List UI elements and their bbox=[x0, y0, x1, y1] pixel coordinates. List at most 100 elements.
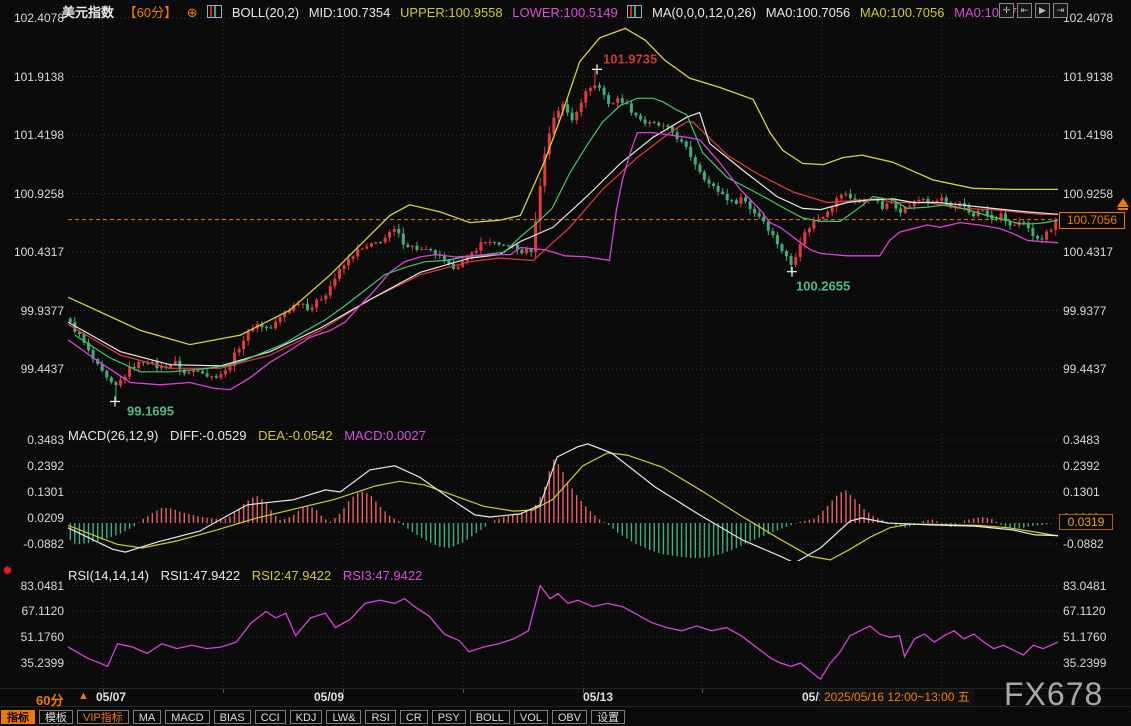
toolbar-button-指标[interactable]: 指标 bbox=[1, 710, 35, 724]
toolbar-button-OBV[interactable]: OBV bbox=[552, 710, 587, 724]
axis-value-label: 101.9138 bbox=[1063, 70, 1113, 84]
axis-tick bbox=[463, 689, 464, 693]
toolbar-button-CCI[interactable]: CCI bbox=[255, 710, 286, 724]
rsi3-value: RSI3:47.9422 bbox=[343, 568, 423, 583]
chart-header: 美元指数 【60分】 ⊕ BOLL(20,2) MID:100.7354 UPP… bbox=[62, 2, 1030, 21]
add-indicator-icon[interactable]: ⊕ bbox=[187, 5, 198, 20]
axis-value-label: 67.1120 bbox=[1063, 604, 1106, 618]
restore-icon[interactable]: ⇥ bbox=[1053, 3, 1068, 18]
ma-indicator-icon[interactable] bbox=[627, 5, 642, 18]
macd-histogram bbox=[70, 460, 1051, 558]
boll-lower-value: LOWER:100.5149 bbox=[512, 5, 618, 20]
toolbar-button-MA[interactable]: MA bbox=[133, 710, 162, 724]
axis-tick bbox=[223, 689, 224, 693]
toolbar-button-VOL[interactable]: VOL bbox=[514, 710, 548, 724]
macd-dea-value: DEA:-0.0542 bbox=[258, 428, 332, 443]
current-price-tag: 100.7056 bbox=[1059, 212, 1125, 229]
axis-value-label: 51.1760 bbox=[21, 630, 64, 644]
axis-value-label: -0.0882 bbox=[1063, 537, 1104, 551]
symbol-title: 美元指数 bbox=[62, 5, 114, 20]
pan-left-icon[interactable]: ⇤ bbox=[1017, 3, 1032, 18]
axis-value-label: 0.1301 bbox=[27, 485, 64, 499]
axis-value-label: 101.4198 bbox=[1063, 128, 1113, 142]
alert-sun-icon: ✹ bbox=[2, 563, 13, 579]
axis-value-label: 0.3483 bbox=[1063, 433, 1100, 447]
date-label: 05/09 bbox=[314, 690, 344, 704]
macd-chart[interactable] bbox=[68, 434, 1058, 561]
candles[interactable] bbox=[69, 69, 1057, 401]
svg-text:101.9735: 101.9735 bbox=[603, 51, 657, 66]
axis-value-label: 83.0481 bbox=[1063, 579, 1106, 593]
toolbar-button-MACD[interactable]: MACD bbox=[165, 710, 209, 724]
axis-value-label: 0.1301 bbox=[1063, 485, 1100, 499]
axis-value-label: 99.4437 bbox=[1063, 362, 1106, 376]
rsi-chart[interactable] bbox=[68, 570, 1058, 687]
axis-value-label: 51.1760 bbox=[1063, 630, 1106, 644]
gridlines bbox=[68, 10, 1058, 423]
toolbar-button-模板[interactable]: 模板 bbox=[39, 710, 73, 724]
rsi-label: RSI(14,14,14) bbox=[68, 568, 149, 583]
window-controls: ✛ ⇤ ▶ ⇥ bbox=[999, 3, 1068, 18]
axis-value-label: 100.4317 bbox=[1063, 245, 1113, 259]
axis-value-label: 101.4198 bbox=[14, 128, 64, 142]
move-icon[interactable]: ✛ bbox=[999, 3, 1014, 18]
axis-value-label: 0.3483 bbox=[27, 433, 64, 447]
ma-label: MA(0,0,0,12,0,26) bbox=[652, 5, 756, 20]
macd-diff-value: DIFF:-0.0529 bbox=[170, 428, 247, 443]
axis-value-label: 99.9377 bbox=[21, 304, 64, 318]
axis-value-label: 101.9138 bbox=[14, 70, 64, 84]
toolbar-button-设置[interactable]: 设置 bbox=[591, 710, 625, 724]
axis-value-label: 0.2392 bbox=[1063, 459, 1100, 473]
extreme-marker: 101.9735 bbox=[592, 51, 657, 74]
axis-value-label: 99.4437 bbox=[21, 362, 64, 376]
toolbar-button-CR[interactable]: CR bbox=[400, 710, 428, 724]
footer-timeframe[interactable]: 60分 bbox=[36, 690, 63, 709]
date-label: 05/07 bbox=[96, 690, 126, 704]
price-marker-icon bbox=[1117, 198, 1129, 207]
axis-tick bbox=[702, 689, 703, 693]
axis-value-label: 0.0209 bbox=[27, 511, 64, 525]
ma0-yellow-value: MA0:100.7056 bbox=[860, 5, 945, 20]
timeframe-badge[interactable]: 【60分】 bbox=[124, 5, 177, 20]
date-label: 05/13 bbox=[583, 690, 613, 704]
rsi-header: RSI(14,14,14) RSI1:47.9422 RSI2:47.9422 … bbox=[68, 568, 430, 583]
toolbar-button-KDJ[interactable]: KDJ bbox=[290, 710, 323, 724]
macd-label: MACD(26,12,9) bbox=[68, 428, 158, 443]
axis-value-label: 0.2392 bbox=[27, 459, 64, 473]
axis-value-label: 100.9258 bbox=[1063, 187, 1113, 201]
axis-value-label: 100.4317 bbox=[14, 245, 64, 259]
toolbar-button-RSI[interactable]: RSI bbox=[365, 710, 395, 724]
extreme-marker: 100.2655 bbox=[787, 267, 850, 294]
candle-tooltip: 2025/05/16 12:00~13:00 五 bbox=[820, 689, 974, 705]
axis-value-label: 83.0481 bbox=[21, 579, 64, 593]
brand-watermark: FX678 bbox=[1004, 676, 1103, 713]
axis-value-label: 100.9258 bbox=[14, 187, 64, 201]
pan-right-icon[interactable]: ▶ bbox=[1035, 3, 1050, 18]
trading-chart-app: 美元指数 【60分】 ⊕ BOLL(20,2) MID:100.7354 UPP… bbox=[0, 0, 1131, 725]
axis-value-label: 99.9377 bbox=[1063, 304, 1106, 318]
gridlines bbox=[68, 570, 1058, 687]
toolbar-button-LW&[interactable]: LW& bbox=[326, 710, 361, 724]
price-chart[interactable]: 101.9735 100.2655 99.1695 bbox=[68, 10, 1058, 423]
extreme-marker: 99.1695 bbox=[110, 397, 174, 419]
axis-value-label: -0.0882 bbox=[23, 537, 64, 551]
axis-value-label: 67.1120 bbox=[22, 604, 65, 618]
boll-upper-value: UPPER:100.9558 bbox=[400, 5, 503, 20]
boll-indicator-icon[interactable] bbox=[207, 5, 222, 18]
macd-current-tag: 0.0319 bbox=[1059, 514, 1113, 530]
toolbar-button-BIAS[interactable]: BIAS bbox=[214, 710, 251, 724]
macd-header: MACD(26,12,9) DIFF:-0.0529 DEA:-0.0542 M… bbox=[68, 428, 434, 443]
toolbar-button-PSY[interactable]: PSY bbox=[432, 710, 466, 724]
timeframe-up-icon[interactable]: ▲ bbox=[78, 690, 89, 702]
rsi2-value: RSI2:47.9422 bbox=[252, 568, 332, 583]
indicator-toolbar: 指标模板 VIP指标 MAMACD BIAS CCI KDJLW&RSI CR PSY BOLL… bbox=[1, 706, 1130, 726]
svg-text:99.1695: 99.1695 bbox=[127, 404, 174, 419]
boll-label: BOLL(20,2) bbox=[232, 5, 299, 20]
ma0-white-value: MA0:100.7056 bbox=[766, 5, 851, 20]
toolbar-button-VIP指标[interactable]: VIP指标 bbox=[77, 710, 129, 724]
axis-value-label: 102.4078 bbox=[14, 11, 64, 25]
macd-value: MACD:0.0027 bbox=[344, 428, 426, 443]
toolbar-button-BOLL[interactable]: BOLL bbox=[470, 710, 510, 724]
axis-value-label: 35.2399 bbox=[21, 656, 64, 670]
svg-text:100.2655: 100.2655 bbox=[796, 279, 850, 294]
